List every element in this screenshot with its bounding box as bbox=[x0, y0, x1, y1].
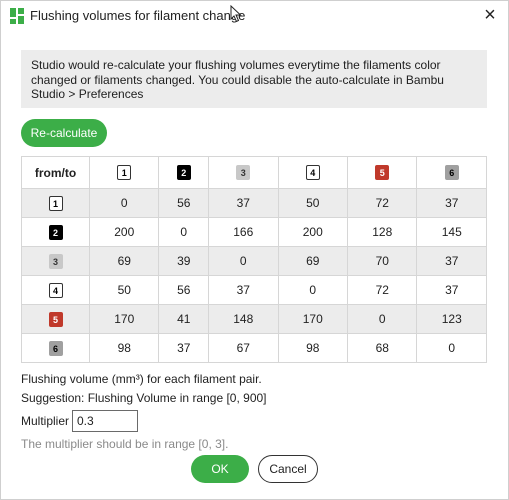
table-row: 5 170 41 148 170 0 123 bbox=[21, 304, 487, 334]
filament-chip-5: 5 bbox=[48, 311, 63, 327]
close-icon: × bbox=[484, 4, 496, 26]
flush-volume-cell[interactable]: 98 bbox=[88, 333, 160, 363]
row-header-1: 1 bbox=[21, 188, 90, 218]
multiplier-label: Multiplier bbox=[21, 414, 70, 428]
flushing-volume-table: from/to 1 2 3 4 5 6 1 0 56 37 50 72 37 2 200 0 166 200 128 1… bbox=[21, 156, 487, 363]
table-header-row: from/to 1 2 3 4 5 6 bbox=[21, 156, 487, 189]
title-bar: Flushing volumes for filament change × bbox=[0, 0, 509, 32]
flush-volume-cell[interactable]: 50 bbox=[88, 275, 160, 305]
flush-volume-cell[interactable]: 68 bbox=[346, 333, 418, 363]
flush-volume-cell[interactable]: 37 bbox=[208, 275, 279, 305]
window-title: Flushing volumes for filament change bbox=[30, 8, 246, 23]
flush-volume-cell[interactable]: 69 bbox=[277, 246, 349, 276]
row-header-2: 2 bbox=[21, 217, 90, 247]
row-header-3: 3 bbox=[21, 246, 90, 276]
filament-chip-6: 6 bbox=[48, 340, 63, 356]
cancel-button[interactable]: Cancel bbox=[258, 455, 318, 483]
filament-chip-1: 1 bbox=[117, 165, 132, 180]
table-row: 1 0 56 37 50 72 37 bbox=[21, 188, 487, 218]
filament-chip-6: 6 bbox=[444, 165, 459, 180]
flush-volume-cell[interactable]: 0 bbox=[208, 246, 279, 276]
column-header-3: 3 bbox=[208, 156, 279, 189]
filament-chip-2: 2 bbox=[48, 224, 63, 240]
filament-chip-4: 4 bbox=[305, 165, 320, 180]
flush-volume-cell[interactable]: 170 bbox=[277, 304, 349, 334]
column-header-1: 1 bbox=[88, 156, 160, 189]
mouse-cursor-icon bbox=[230, 5, 242, 23]
bambu-studio-icon bbox=[10, 8, 24, 24]
flush-volume-cell[interactable]: 98 bbox=[277, 333, 349, 363]
column-header-4: 4 bbox=[277, 156, 349, 189]
flush-volume-cell[interactable]: 0 bbox=[346, 304, 418, 334]
flush-volume-cell[interactable]: 148 bbox=[208, 304, 279, 334]
suggestion-text: Suggestion: Flushing Volume in range [0,… bbox=[21, 391, 267, 405]
flush-volume-cell[interactable]: 128 bbox=[346, 217, 418, 247]
flush-volume-cell[interactable]: 37 bbox=[416, 188, 487, 218]
flush-volume-cell[interactable]: 56 bbox=[158, 188, 210, 218]
flush-volume-cell[interactable]: 166 bbox=[208, 217, 279, 247]
filament-chip-3: 3 bbox=[236, 165, 251, 180]
multiplier-hint: The multiplier should be in range [0, 3]… bbox=[21, 437, 229, 451]
corner-label: from/to bbox=[21, 156, 90, 189]
flush-volume-cell[interactable]: 56 bbox=[158, 275, 210, 305]
flush-volume-cell[interactable]: 200 bbox=[88, 217, 160, 247]
flush-volume-cell[interactable]: 170 bbox=[88, 304, 160, 334]
flush-volume-cell[interactable]: 0 bbox=[277, 275, 349, 305]
table-row: 4 50 56 37 0 72 37 bbox=[21, 275, 487, 305]
flush-volume-cell[interactable]: 37 bbox=[208, 188, 279, 218]
filament-chip-5: 5 bbox=[375, 165, 390, 180]
ok-button[interactable]: OK bbox=[191, 455, 249, 483]
row-header-5: 5 bbox=[21, 304, 90, 334]
flush-volume-cell[interactable]: 0 bbox=[88, 188, 160, 218]
flush-volume-cell[interactable]: 72 bbox=[346, 188, 418, 218]
flush-volume-cell[interactable]: 0 bbox=[416, 333, 487, 363]
flush-volume-cell[interactable]: 200 bbox=[277, 217, 349, 247]
table-row: 2 200 0 166 200 128 145 bbox=[21, 217, 487, 247]
info-message: Studio would re-calculate your flushing … bbox=[21, 50, 487, 108]
table-row: 3 69 39 0 69 70 37 bbox=[21, 246, 487, 276]
filament-chip-3: 3 bbox=[48, 253, 63, 269]
column-header-5: 5 bbox=[346, 156, 418, 189]
volume-unit-note: Flushing volume (mm³) for each filament … bbox=[21, 372, 262, 386]
multiplier-input[interactable] bbox=[72, 410, 138, 432]
close-button[interactable]: × bbox=[478, 4, 502, 28]
column-header-6: 6 bbox=[416, 156, 487, 189]
flush-volume-cell[interactable]: 37 bbox=[416, 246, 487, 276]
flush-volume-cell[interactable]: 67 bbox=[208, 333, 279, 363]
flush-volume-cell[interactable]: 39 bbox=[158, 246, 210, 276]
flush-volume-cell[interactable]: 72 bbox=[346, 275, 418, 305]
table-row: 6 98 37 67 98 68 0 bbox=[21, 333, 487, 363]
filament-chip-2: 2 bbox=[176, 165, 191, 180]
flush-volume-cell[interactable]: 0 bbox=[158, 217, 210, 247]
recalculate-button[interactable]: Re-calculate bbox=[21, 119, 107, 147]
column-header-2: 2 bbox=[158, 156, 210, 189]
flush-volume-cell[interactable]: 69 bbox=[88, 246, 160, 276]
row-header-6: 6 bbox=[21, 333, 90, 363]
flush-volume-cell[interactable]: 37 bbox=[158, 333, 210, 363]
flush-volume-cell[interactable]: 70 bbox=[346, 246, 418, 276]
row-header-4: 4 bbox=[21, 275, 90, 305]
flush-volume-cell[interactable]: 37 bbox=[416, 275, 487, 305]
flush-volume-cell[interactable]: 123 bbox=[416, 304, 487, 334]
filament-chip-1: 1 bbox=[48, 195, 63, 211]
flush-volume-cell[interactable]: 50 bbox=[277, 188, 349, 218]
flush-volume-cell[interactable]: 41 bbox=[158, 304, 210, 334]
flush-volume-cell[interactable]: 145 bbox=[416, 217, 487, 247]
filament-chip-4: 4 bbox=[48, 282, 63, 298]
